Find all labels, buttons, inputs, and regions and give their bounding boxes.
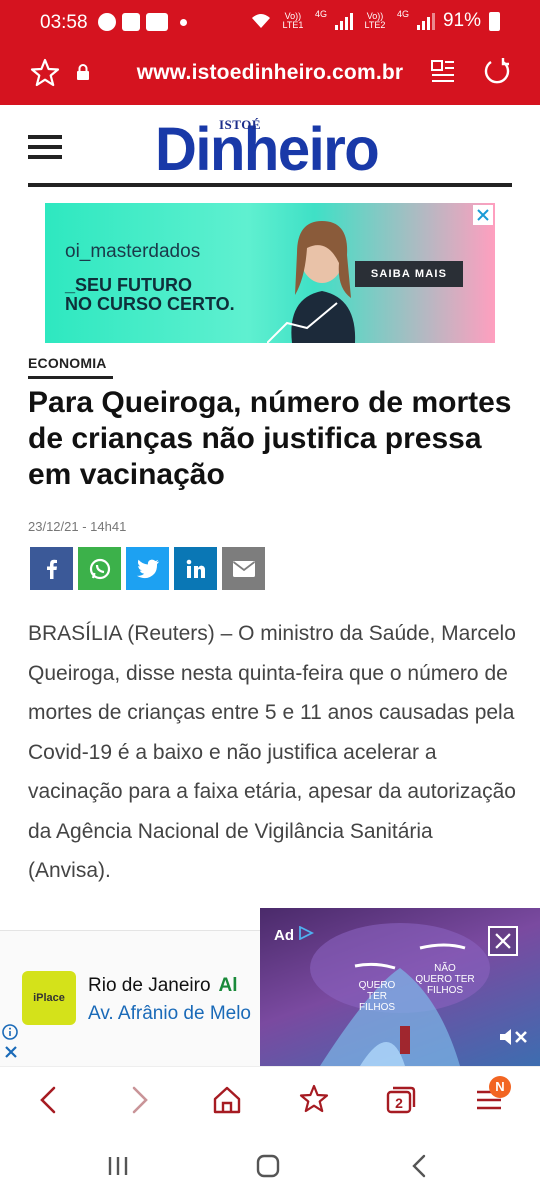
bottom-ad-banner[interactable]: iPlace Rio de Janeiro Al Av. Afrânio de M… (0, 930, 260, 1066)
youtube-notification-icon (146, 13, 168, 31)
site-header: Dinheiro ISTOÉ (0, 105, 540, 190)
whatsapp-notification-icon (98, 13, 116, 31)
video-ad-option2: NÃO QUERO TER FILHOS (415, 963, 475, 996)
url-text[interactable]: www.istoedinheiro.com.br (0, 61, 540, 85)
share-email-button[interactable] (222, 547, 265, 590)
site-logo[interactable]: Dinheiro ISTOÉ (155, 113, 380, 183)
mute-icon[interactable] (498, 1026, 530, 1048)
article-category[interactable]: ECONOMIA (28, 355, 107, 371)
article-dateline: 23/12/21 - 14h41 (28, 519, 127, 534)
ad-cta-button[interactable]: SAIBA MAIS (355, 261, 463, 287)
article-body: BRASÍLIA (Reuters) – O ministro da Saúde… (28, 622, 516, 882)
url-bar[interactable]: www.istoedinheiro.com.br (0, 46, 540, 105)
sim1-network-type: 4G (314, 9, 327, 19)
notification-icons (98, 13, 187, 31)
forward-icon[interactable] (122, 1083, 156, 1117)
back-icon[interactable] (32, 1083, 66, 1117)
video-ad-label: Ad (274, 925, 315, 944)
twitter-icon (136, 559, 159, 578)
bottom-ad-line1: Rio de Janeiro Al (88, 975, 238, 997)
top-ad-banner[interactable]: oi_masterdados _SEU FUTURO NO CURSO CERT… (45, 203, 495, 343)
sim1-signal-icon (334, 12, 353, 30)
battery-percent: 91% (442, 10, 481, 31)
system-nav-bar (0, 1132, 540, 1200)
video-ad-close-icon[interactable] (488, 926, 518, 956)
recent-apps-icon[interactable] (104, 1152, 132, 1180)
linkedin-icon (186, 559, 205, 578)
browser-top-bar: 03:58 Vo)) LTE1 4G Vo)) LTE2 4G 91% www.… (0, 0, 540, 105)
category-underline (28, 376, 113, 379)
whatsapp-icon (89, 558, 110, 579)
ad-slogan: _SEU FUTURO NO CURSO CERTO. (65, 276, 235, 314)
sim2-label: Vo)) LTE2 (364, 11, 386, 30)
article-headline: Para Queiroga, número de mortes de crian… (28, 386, 512, 491)
battery-icon (489, 11, 500, 31)
sim2-network-type: 4G (396, 9, 409, 19)
share-buttons (30, 547, 265, 590)
facebook-icon (46, 559, 57, 579)
status-bar: 03:58 Vo)) LTE1 4G Vo)) LTE2 4G 91% (0, 0, 540, 46)
browser-bottom-nav: 2 N (0, 1066, 540, 1132)
sim2-signal-icon (416, 12, 435, 30)
adchoices-icon[interactable] (298, 925, 315, 941)
iplace-logo: iPlace (22, 971, 76, 1025)
ad-slogan-line2: NO CURSO CERTO. (65, 294, 235, 314)
reader-mode-icon[interactable] (430, 58, 456, 84)
home-icon[interactable] (210, 1083, 244, 1117)
ad-slogan-line1: _SEU FUTURO (65, 275, 193, 295)
ad-info-icon[interactable] (2, 1024, 18, 1040)
logo-name: Dinheiro (155, 115, 380, 184)
ad-brand: oi_masterdados (65, 241, 201, 262)
share-facebook-button[interactable] (30, 547, 73, 590)
ad-dismiss-icon[interactable] (4, 1045, 18, 1059)
gallery-notification-icon (122, 13, 140, 31)
video-ad-label-text: Ad (274, 927, 294, 944)
wifi-icon (251, 14, 270, 28)
ad-close-icon[interactable] (473, 205, 493, 225)
share-twitter-button[interactable] (126, 547, 169, 590)
bottom-ad-address[interactable]: Av. Afrânio de Melo (88, 1003, 251, 1025)
tab-count: 2 (395, 1095, 403, 1111)
bookmarks-icon[interactable] (297, 1083, 331, 1117)
status-time: 03:58 (40, 12, 88, 33)
video-ad[interactable]: Ad QUERO TER FILHOS NÃO QUERO TER FILHOS (260, 908, 540, 1066)
status-indicators: Vo)) LTE1 4G Vo)) LTE2 4G 91% (251, 10, 500, 32)
reload-icon[interactable] (482, 57, 510, 85)
sim1-label: Vo)) LTE1 (282, 11, 304, 30)
menu-icon[interactable] (28, 135, 62, 159)
notification-badge: N (489, 1076, 511, 1098)
bottom-ad-suffix: Al (218, 975, 238, 996)
share-linkedin-button[interactable] (174, 547, 217, 590)
more-notifications-icon (180, 18, 187, 26)
video-ad-option1: QUERO TER FILHOS (358, 980, 396, 1013)
tabs-button[interactable]: 2 (384, 1083, 418, 1117)
system-home-icon[interactable] (254, 1152, 282, 1180)
bottom-ad-city: Rio de Janeiro (88, 975, 211, 996)
share-whatsapp-button[interactable] (78, 547, 121, 590)
header-divider (28, 183, 512, 187)
envelope-icon (232, 560, 255, 577)
system-back-icon[interactable] (406, 1152, 434, 1180)
logo-small: ISTOÉ (219, 117, 262, 132)
